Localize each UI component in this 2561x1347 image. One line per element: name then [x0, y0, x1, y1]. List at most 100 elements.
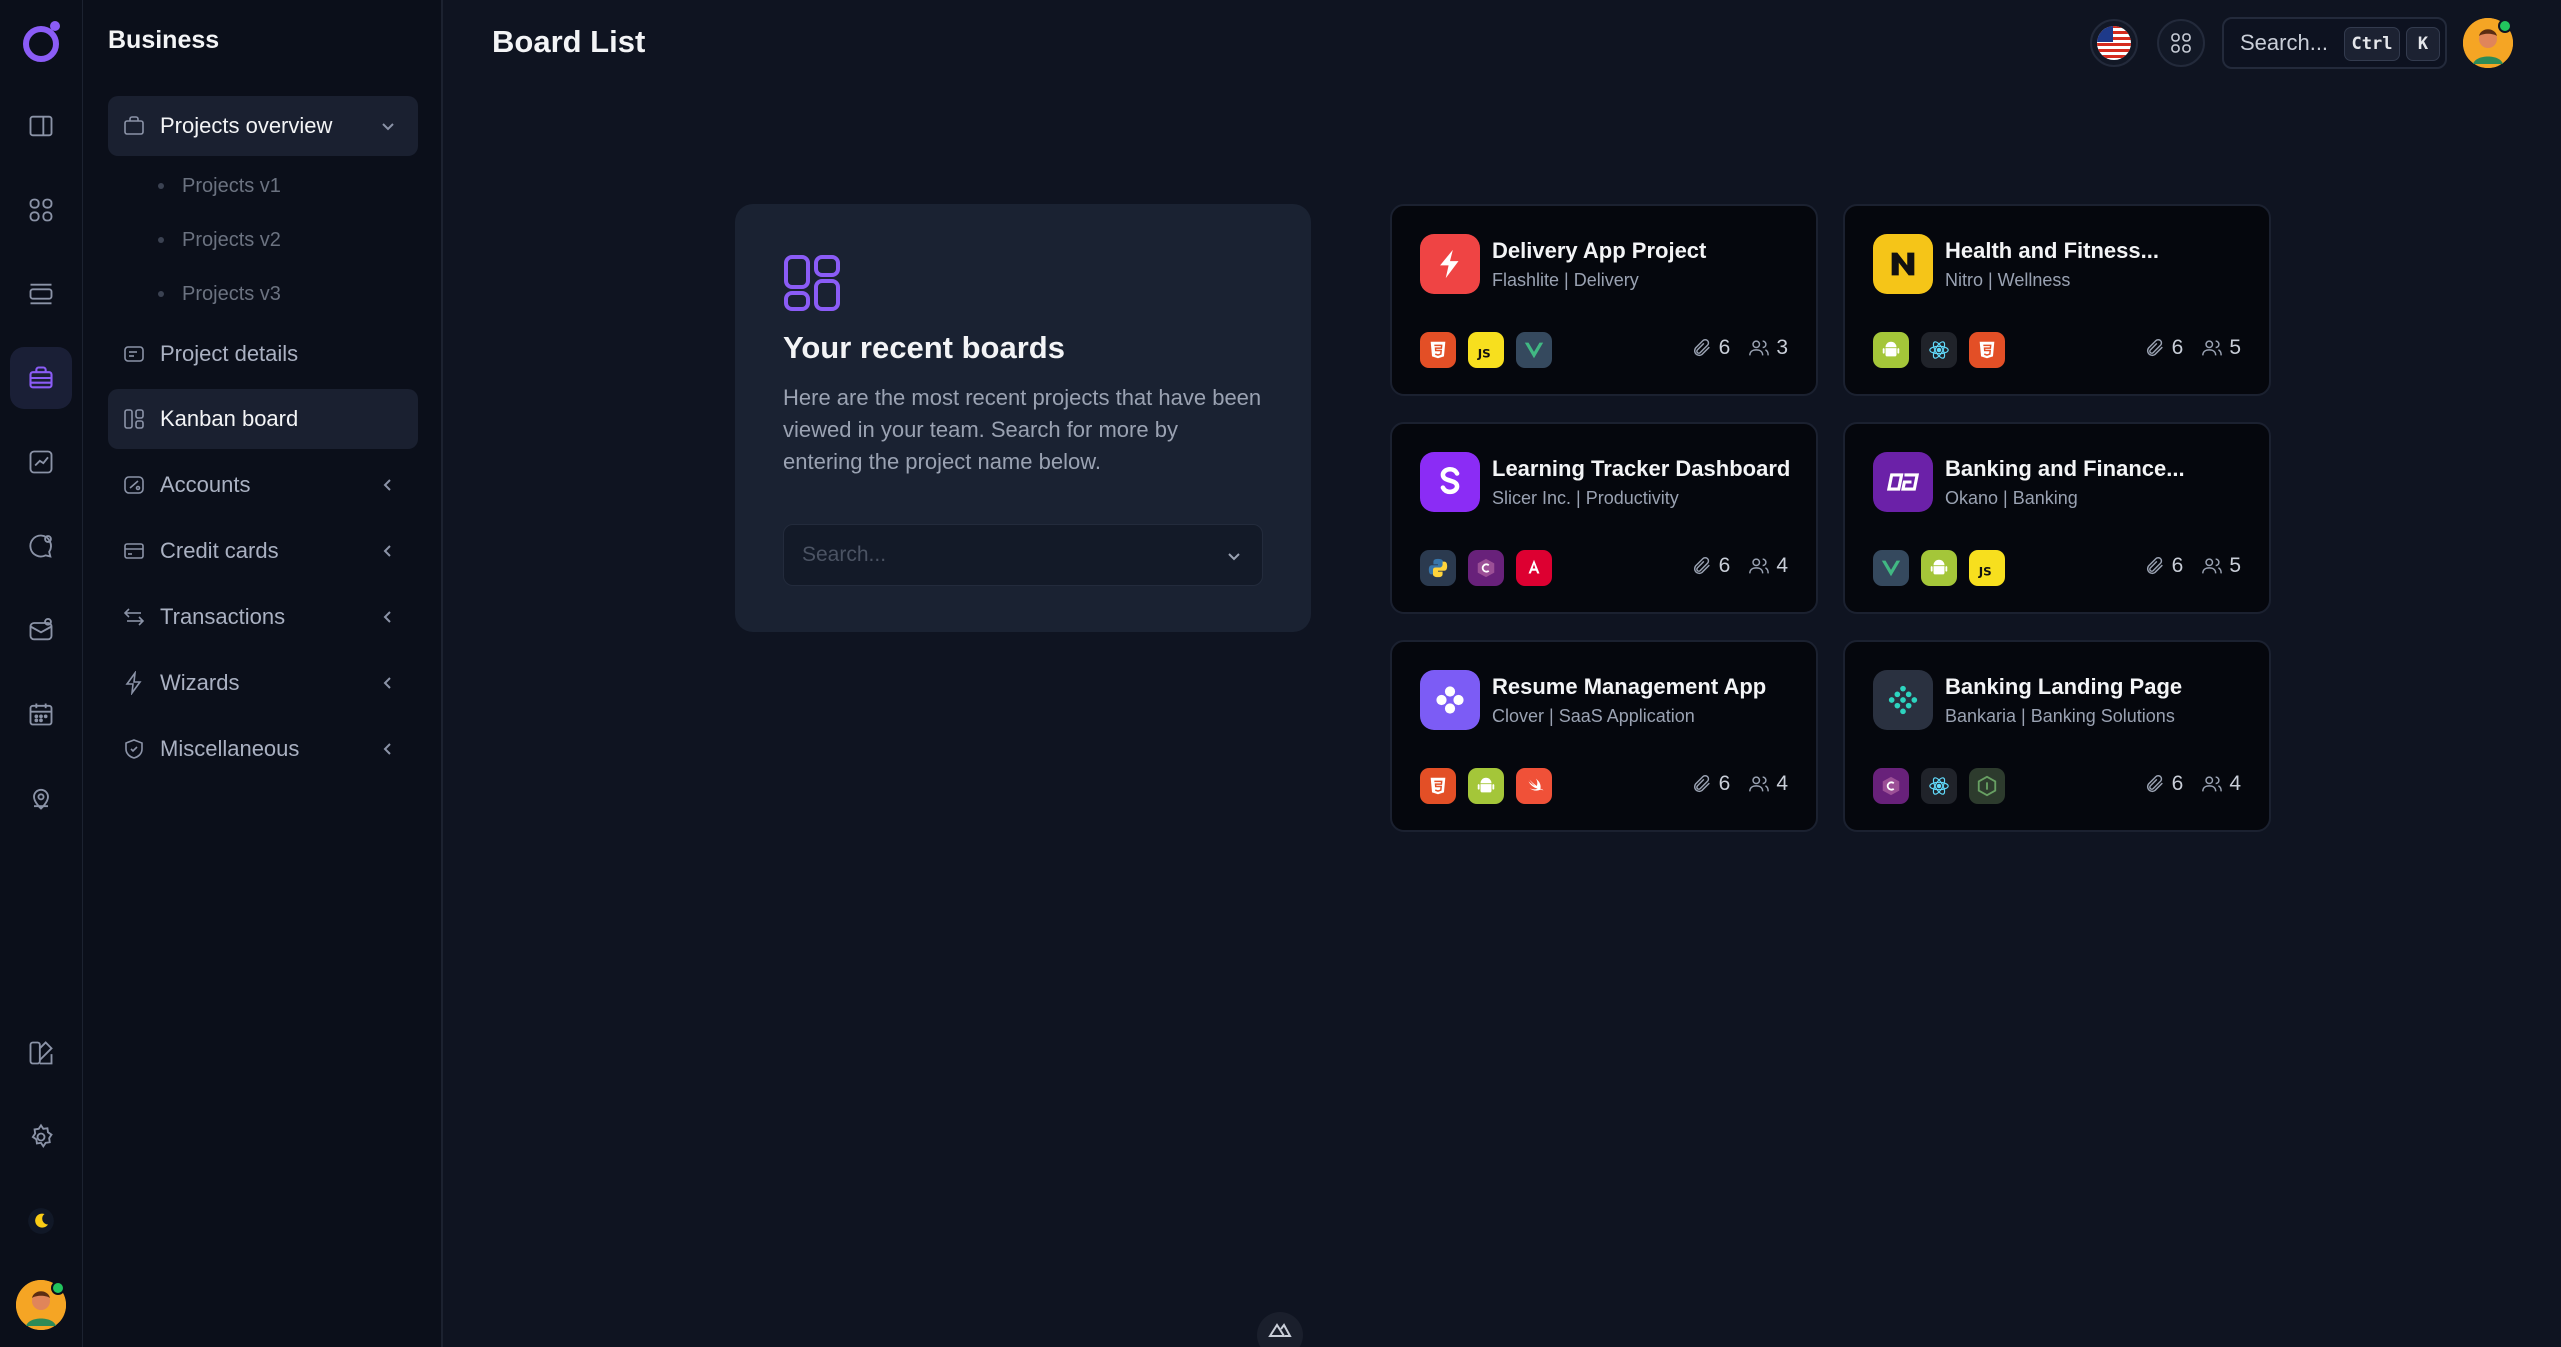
- settings-icon[interactable]: [10, 1106, 72, 1168]
- chevron-down-icon: [1224, 546, 1244, 566]
- project-card[interactable]: Resume Management App Clover | SaaS Appl…: [1390, 640, 1818, 832]
- react-icon: [1921, 332, 1957, 368]
- sidebar-subitem-projects-v1[interactable]: Projects v1: [158, 166, 281, 206]
- recent-boards-panel: Your recent boards Here are the most rec…: [735, 204, 1311, 632]
- android-icon: [1921, 550, 1957, 586]
- project-title: Health and Fitness...: [1945, 238, 2159, 263]
- sidebar-subitem-projects-v2[interactable]: Projects v2: [158, 220, 281, 260]
- sidebar-item-label: Accounts: [160, 472, 251, 497]
- attachments-value: 6: [1718, 336, 1731, 359]
- grid-icon[interactable]: [10, 179, 72, 241]
- bullet: [158, 237, 164, 243]
- members-count: 5: [2201, 336, 2241, 360]
- credit-card-icon: [122, 539, 146, 563]
- sidebar-item-projects-overview[interactable]: Projects overview: [108, 96, 418, 156]
- briefcase-icon: [122, 114, 146, 138]
- tech-stack: [1873, 768, 2005, 804]
- chart-icon[interactable]: [10, 431, 72, 493]
- nodejs-icon: [1969, 768, 2005, 804]
- bullet: [158, 291, 164, 297]
- workspace-title: Business: [108, 26, 220, 54]
- project-card[interactable]: Banking Landing Page Bankaria | Banking …: [1843, 640, 2271, 832]
- sidebar-item-wizards[interactable]: Wizards: [108, 653, 418, 713]
- chevron-left-icon: [378, 475, 398, 495]
- list-icon[interactable]: [10, 263, 72, 325]
- project-subtitle: Okano | Banking: [1945, 488, 2078, 508]
- members-count: 4: [1748, 772, 1788, 796]
- bullet: [158, 183, 164, 189]
- project-card[interactable]: Banking and Finance... Okano | Banking J…: [1843, 422, 2271, 614]
- tech-stack: [1420, 550, 1552, 586]
- sidebar-item-label: Projects overview: [160, 113, 333, 138]
- javascript-icon: JS: [1969, 550, 2005, 586]
- vue-icon: [1873, 550, 1909, 586]
- react-icon: [1921, 768, 1957, 804]
- layout-panel-icon[interactable]: [10, 95, 72, 157]
- shield-icon: [122, 737, 146, 761]
- project-title: Resume Management App: [1492, 674, 1767, 699]
- briefcase-icon[interactable]: [10, 347, 72, 409]
- python-icon: [1420, 550, 1456, 586]
- project-card[interactable]: Health and Fitness... Nitro | Wellness 6…: [1843, 204, 2271, 396]
- chevron-left-icon: [378, 673, 398, 693]
- android-icon: [1468, 768, 1504, 804]
- s-icon: [1420, 452, 1480, 512]
- bolt-icon: [1420, 234, 1480, 294]
- mail-icon[interactable]: [10, 599, 72, 661]
- nuxt-logo-icon[interactable]: [1257, 1312, 1303, 1347]
- shortcut-ctrl: Ctrl: [2344, 27, 2400, 61]
- attachments-value: 6: [2171, 772, 2184, 795]
- calendar-icon[interactable]: [10, 683, 72, 745]
- sidebar-item-project-details[interactable]: Project details: [108, 324, 418, 384]
- sidebar-subitem-label: Projects v2: [182, 228, 281, 251]
- sidebar-item-accounts[interactable]: Accounts: [108, 455, 418, 515]
- board-search-select[interactable]: Search...: [783, 524, 1263, 586]
- logo-icon[interactable]: [18, 18, 64, 64]
- n-icon: [1873, 234, 1933, 294]
- sidebar-item-kanban-board[interactable]: Kanban board: [108, 389, 418, 449]
- csharp-icon: [1873, 768, 1909, 804]
- sidebar-item-credit-cards[interactable]: Credit cards: [108, 521, 418, 581]
- card-icon: [122, 342, 146, 366]
- shortcut-k: K: [2406, 27, 2440, 61]
- sidebar-subitem-projects-v3[interactable]: Projects v3: [158, 274, 281, 314]
- project-stats: 6 5: [2144, 336, 2241, 360]
- svg-text:JS: JS: [1477, 346, 1491, 360]
- tech-stack: JS: [1873, 550, 2005, 586]
- project-card[interactable]: Delivery App Project Flashlite | Deliver…: [1390, 204, 1818, 396]
- us-flag-icon: [2097, 26, 2131, 60]
- attachments-count: 6: [1691, 772, 1730, 796]
- global-search-button[interactable]: Search... Ctrl K: [2222, 17, 2447, 69]
- sidebar-item-transactions[interactable]: Transactions: [108, 587, 418, 647]
- map-pin-icon[interactable]: [10, 767, 72, 829]
- sidebar-item-miscellaneous[interactable]: Miscellaneous: [108, 719, 418, 779]
- brush-icon[interactable]: [10, 1022, 72, 1084]
- clover-icon: [1420, 670, 1480, 730]
- page-title: Board List: [492, 24, 646, 59]
- members-count: 4: [2201, 772, 2241, 796]
- avatar[interactable]: [16, 1280, 66, 1330]
- paperclip-icon: [1691, 337, 1719, 359]
- moon-icon[interactable]: [10, 1190, 72, 1252]
- attachments-value: 6: [1718, 554, 1731, 577]
- project-card[interactable]: Learning Tracker Dashboard Slicer Inc. |…: [1390, 422, 1818, 614]
- sidebar: Business Projects overview Projects v1 P…: [83, 0, 443, 1347]
- chat-icon[interactable]: [10, 515, 72, 577]
- apps-grid-button[interactable]: [2157, 19, 2205, 67]
- language-flag-button[interactable]: [2090, 19, 2138, 67]
- project-title: Banking and Finance...: [1945, 456, 2185, 481]
- project-title: Banking Landing Page: [1945, 674, 2183, 699]
- chevron-left-icon: [378, 739, 398, 759]
- tech-stack: [1873, 332, 2005, 368]
- user-avatar[interactable]: [2463, 18, 2513, 68]
- project-title: Learning Tracker Dashboard: [1492, 456, 1791, 481]
- users-icon: [2201, 773, 2229, 795]
- paperclip-icon: [1691, 555, 1719, 577]
- project-subtitle: Bankaria | Banking Solutions: [1945, 706, 2175, 726]
- attachments-value: 6: [2171, 554, 2184, 577]
- boards-grid-icon: [783, 254, 841, 312]
- html5-icon: [1420, 768, 1456, 804]
- paperclip-icon: [2144, 773, 2172, 795]
- members-count: 5: [2201, 554, 2241, 578]
- recent-boards-description: Here are the most recent projects that h…: [783, 385, 1262, 474]
